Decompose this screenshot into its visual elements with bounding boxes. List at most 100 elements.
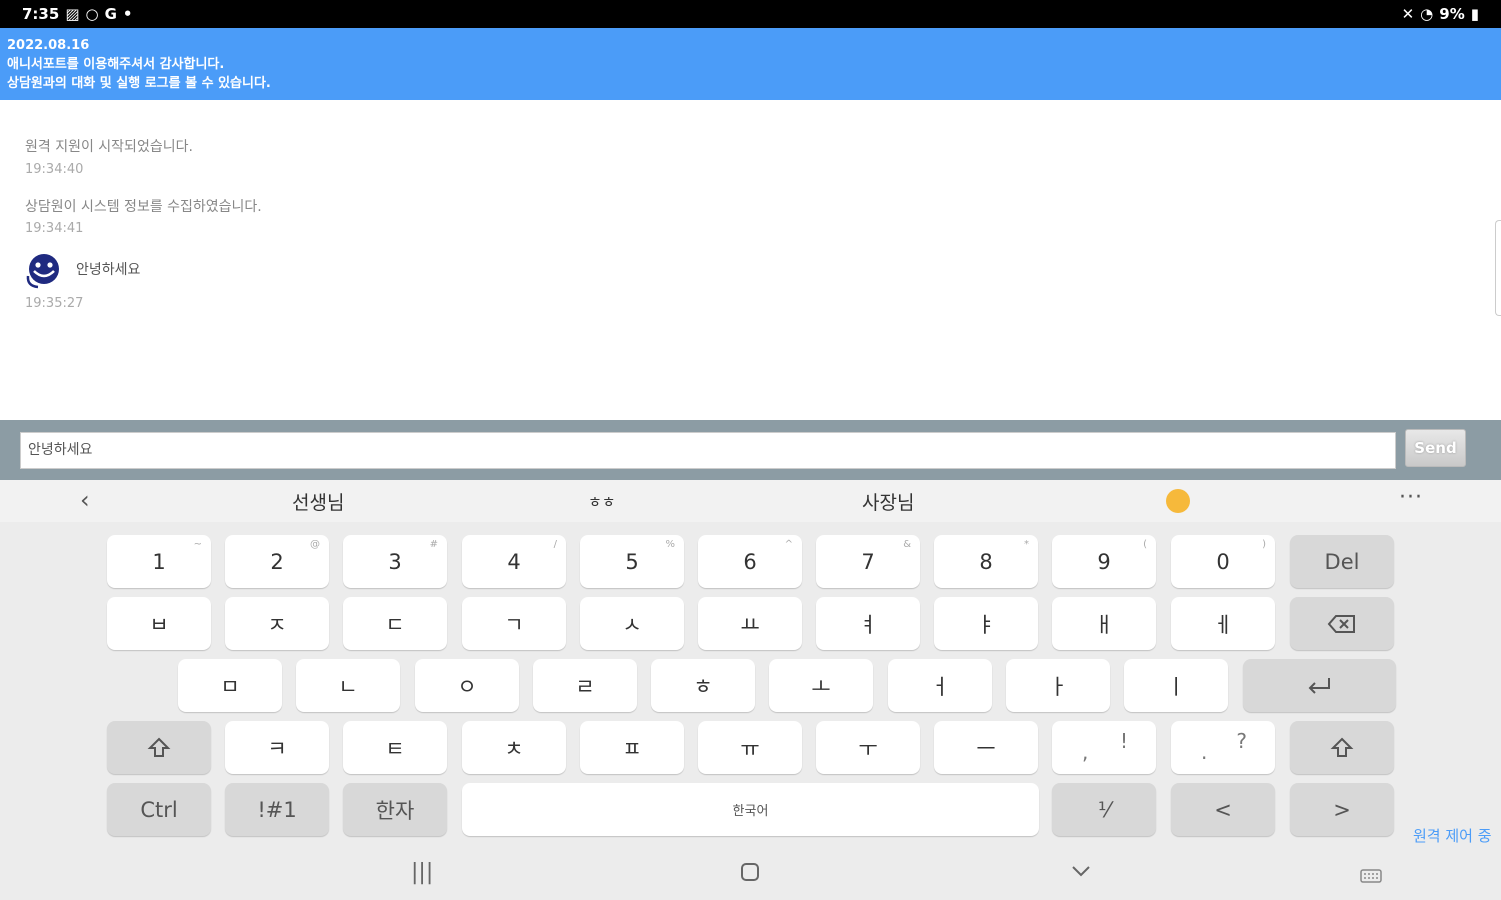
key-label: 5 [625, 549, 639, 574]
more-options-icon[interactable]: ··· [1399, 485, 1423, 510]
key-label: 9 [1097, 549, 1111, 574]
key-label: 6 [743, 549, 757, 574]
del-key[interactable]: Del [1290, 535, 1394, 588]
input-bar: 안녕하세요 Send [0, 420, 1501, 480]
key-jamo[interactable]: ㅏ [1006, 659, 1110, 712]
message-time: 19:35:27 [25, 296, 84, 311]
key-hint: ( [1143, 539, 1147, 550]
shift-key-right[interactable] [1290, 721, 1394, 774]
key-jamo[interactable]: ㅓ [888, 659, 992, 712]
key-jamo[interactable]: ㅐ [1052, 597, 1156, 650]
chat-log[interactable]: 원격 지원이 시작되었습니다. 19:34:40 상담원이 시스템 정보를 수집… [0, 100, 1501, 420]
key-9[interactable]: 9( [1052, 535, 1156, 588]
navigation-bar: ||| [0, 848, 1501, 900]
key-label: 2 [270, 549, 284, 574]
key-jamo[interactable]: ㅈ [225, 597, 329, 650]
key-hint: # [429, 539, 438, 550]
wifi-icon: ◔ [1420, 5, 1434, 23]
emoji-suggestion-icon[interactable] [1166, 489, 1190, 513]
period-key[interactable]: .? [1171, 721, 1275, 774]
key-jamo[interactable]: ㅎ [651, 659, 755, 712]
shift-key[interactable] [107, 721, 211, 774]
chevron-left-icon[interactable]: ‹ [80, 486, 90, 514]
info-banner: 2022.08.16 애니서포트를 이용해주셔서 감사합니다. 상담원과의 대화… [0, 28, 1501, 100]
send-button[interactable]: Send [1405, 429, 1466, 467]
battery-icon: ▮ [1470, 5, 1479, 23]
key-label: 8 [979, 549, 993, 574]
remote-control-status: 원격 제어 중 [1413, 827, 1492, 845]
google-icon: G [104, 5, 117, 23]
key-8[interactable]: 8 * [934, 535, 1038, 588]
status-time: 7:35 [22, 5, 60, 23]
key-jamo[interactable]: ㄹ [533, 659, 637, 712]
keyboard-switch-icon[interactable] [1360, 864, 1382, 889]
key-label: 4 [507, 549, 521, 574]
fraction-key[interactable]: ⅟ [1052, 783, 1156, 836]
ctrl-key[interactable]: Ctrl [107, 783, 211, 836]
key-jamo[interactable]: ㅔ [1171, 597, 1275, 650]
dot-icon: • [122, 5, 133, 23]
key-5[interactable]: 5% [580, 535, 684, 588]
recent-apps-icon[interactable]: ||| [411, 860, 433, 885]
key-hint: ) [1262, 539, 1266, 550]
key-jamo[interactable]: ㅁ [178, 659, 282, 712]
key-jamo[interactable]: ㄴ [296, 659, 400, 712]
shift-icon [1330, 737, 1354, 757]
key-label: , [1082, 740, 1089, 764]
space-bar[interactable]: 한국어 [462, 783, 1039, 836]
key-jamo[interactable]: ㅛ [698, 597, 802, 650]
key-jamo[interactable]: ㅊ [462, 721, 566, 774]
backspace-key[interactable] [1290, 597, 1394, 650]
suggestion-strip: ‹ 선생님 ㅎㅎ 사장님 ··· [0, 480, 1501, 522]
key-hint: & [903, 539, 911, 550]
suggestion-item[interactable]: 사장님 [862, 488, 914, 515]
hide-keyboard-icon[interactable] [1070, 860, 1092, 885]
shift-icon [147, 737, 171, 757]
mute-icon: ✕ [1401, 5, 1415, 23]
key-jamo[interactable]: ㅣ [1124, 659, 1228, 712]
key-jamo[interactable]: ㅌ [343, 721, 447, 774]
message-time: 19:34:41 [25, 221, 84, 236]
key-jamo[interactable]: ㅠ [698, 721, 802, 774]
key-jamo[interactable]: ㄷ [343, 597, 447, 650]
key-4[interactable]: 4/ [462, 535, 566, 588]
key-hint: ^ [784, 539, 793, 550]
side-handle[interactable] [1495, 220, 1501, 316]
key-0[interactable]: 0) [1171, 535, 1275, 588]
cursor-left-key[interactable]: < [1171, 783, 1275, 836]
enter-icon [1308, 677, 1330, 694]
system-message: 원격 지원이 시작되었습니다. [25, 139, 193, 155]
agent-message: 안녕하세요 [76, 262, 141, 278]
enter-key[interactable] [1243, 659, 1396, 712]
key-hint: @ [310, 539, 320, 550]
symbols-key[interactable]: !#1 [225, 783, 329, 836]
key-jamo[interactable]: ㅡ [934, 721, 1038, 774]
key-1[interactable]: 1 ~ [107, 535, 211, 588]
comma-key[interactable]: ,! [1052, 721, 1156, 774]
key-label: 0 [1216, 549, 1230, 574]
key-7[interactable]: 7 & [816, 535, 920, 588]
key-jamo[interactable]: ㅑ [934, 597, 1038, 650]
hanja-key[interactable]: 한자 [343, 783, 447, 836]
key-jamo[interactable]: ㅜ [816, 721, 920, 774]
suggestion-item[interactable]: 선생님 [292, 488, 344, 515]
status-bar: 7:35 ▨ ○ G • ✕ ◔ 9% ▮ [0, 0, 1501, 28]
key-6[interactable]: 6 ^ [698, 535, 802, 588]
key-jamo[interactable]: ㅂ [107, 597, 211, 650]
key-jamo[interactable]: ㅅ [580, 597, 684, 650]
gallery-icon: ▨ [65, 5, 80, 23]
key-jamo[interactable]: ㅕ [816, 597, 920, 650]
key-jamo[interactable]: ㄱ [462, 597, 566, 650]
key-2[interactable]: 2 @ [225, 535, 329, 588]
key-jamo[interactable]: ㅇ [415, 659, 519, 712]
key-jamo[interactable]: ㅍ [580, 721, 684, 774]
message-input[interactable]: 안녕하세요 [20, 432, 1396, 469]
suggestion-item[interactable]: ㅎㅎ [588, 491, 616, 512]
home-icon[interactable] [740, 862, 760, 888]
key-jamo[interactable]: ㅋ [225, 721, 329, 774]
key-jamo[interactable]: ㅗ [769, 659, 873, 712]
key-label: 3 [388, 549, 402, 574]
key-3[interactable]: 3 # [343, 535, 447, 588]
key-label: Del [1324, 549, 1360, 574]
cursor-right-key[interactable]: > [1290, 783, 1394, 836]
